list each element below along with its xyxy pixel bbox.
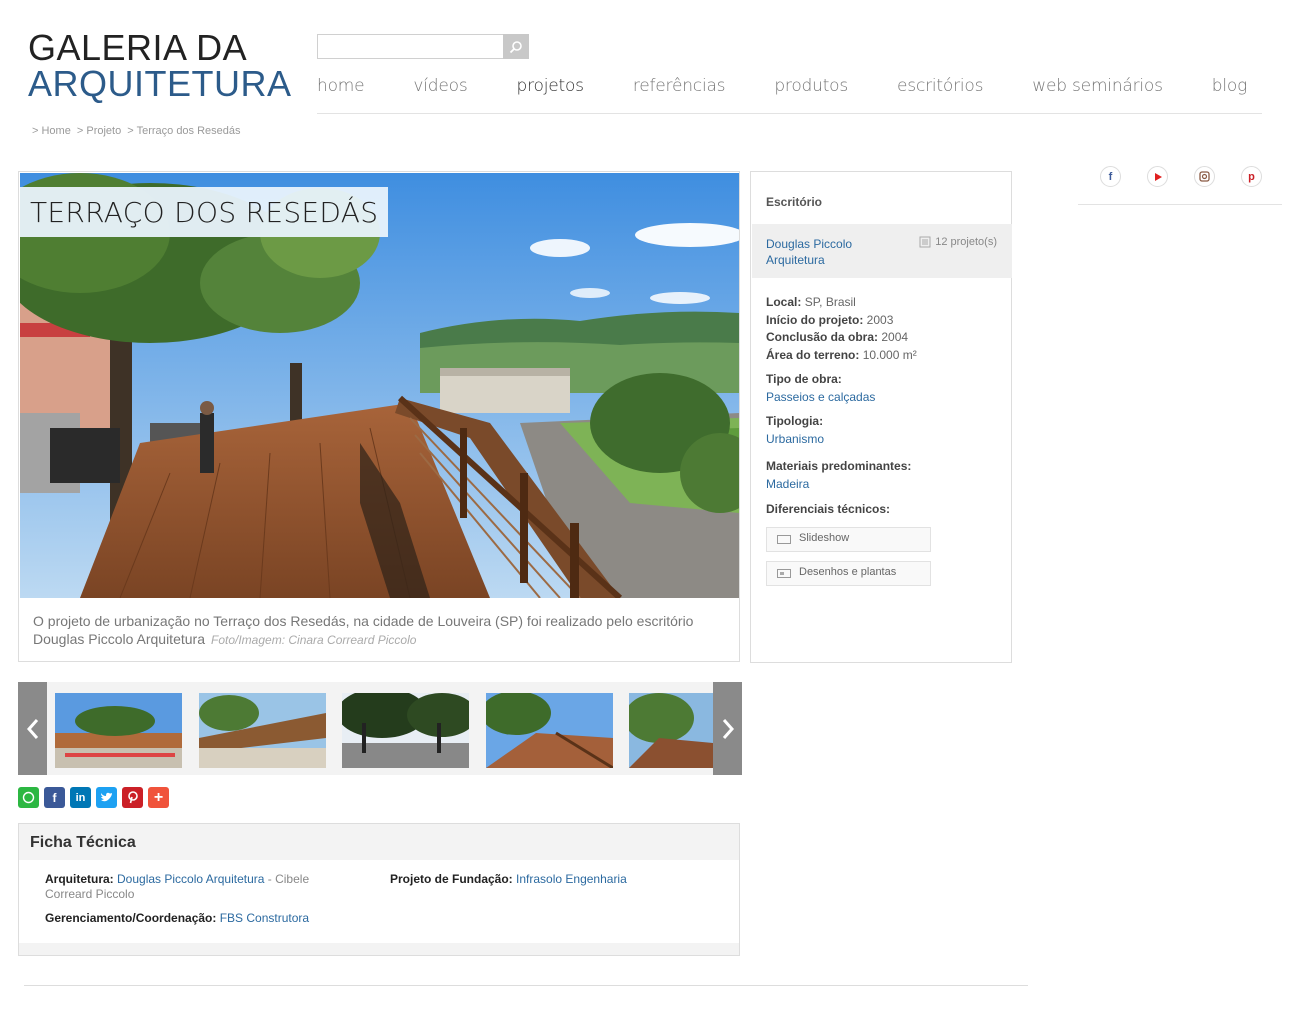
carousel-prev-button[interactable]: [18, 682, 47, 775]
technical-sheet-title: Ficha Técnica: [30, 834, 136, 851]
nav-blog[interactable]: blog: [1212, 76, 1248, 100]
image-caption: O projeto de urbanização no Terraço dos …: [33, 612, 723, 649]
tipo-link[interactable]: Passeios e calçadas: [766, 389, 1001, 407]
breadcrumb-current: > Terraço dos Resedás: [127, 125, 241, 137]
plus-icon[interactable]: +: [148, 787, 169, 808]
pinterest-icon[interactable]: p: [1241, 166, 1262, 187]
main-nav: home vídeos projetos referências produto…: [317, 76, 1296, 100]
slideshow-button[interactable]: Slideshow: [766, 526, 931, 552]
nav-videos[interactable]: vídeos: [413, 76, 467, 100]
youtube-icon[interactable]: [1147, 166, 1168, 187]
detail-area: Área do terreno: 10.000 m²: [766, 347, 917, 362]
document-icon: [919, 236, 931, 248]
whatsapp-icon[interactable]: [18, 787, 39, 808]
search-input[interactable]: [317, 34, 503, 59]
breadcrumb-home[interactable]: > Home: [32, 125, 71, 137]
project-details: Local: SP, Brasil Início do projeto: 200…: [766, 294, 1001, 586]
facebook-icon[interactable]: f: [1100, 166, 1121, 187]
office-row: Douglas Piccolo Arquitetura 12 projeto(s…: [752, 224, 1012, 278]
instagram-icon[interactable]: [1194, 166, 1215, 187]
photo-credit: Foto/Imagem: Cinara Correard Piccolo: [211, 633, 417, 647]
carousel-thumb[interactable]: [199, 693, 326, 768]
ficha-fundacao: Projeto de Fundação: Infrasolo Engenhari…: [390, 872, 627, 886]
tipologia-link[interactable]: Urbanismo: [766, 431, 1001, 449]
detail-tipologia: Tipologia: Urbanismo: [766, 413, 1001, 448]
detail-materiais: Materiais predominantes: Madeira: [766, 458, 1001, 493]
technical-sheet-footer: [19, 943, 739, 955]
gerenciamento-link[interactable]: FBS Construtora: [220, 911, 309, 925]
carousel-thumb[interactable]: [55, 693, 182, 768]
linkedin-icon[interactable]: in: [70, 787, 91, 808]
nav-produtos[interactable]: produtos: [774, 76, 848, 100]
nav-escritorios[interactable]: escritórios: [897, 76, 983, 100]
chevron-right-icon: [722, 718, 734, 739]
drawings-button[interactable]: Desenhos e plantas: [766, 560, 931, 586]
logo-line-2: ARQUITETURA: [28, 63, 292, 104]
nav-home[interactable]: home: [317, 76, 365, 100]
detail-conclusao: Conclusão da obra: 2004: [766, 330, 909, 344]
facebook-icon[interactable]: f: [44, 787, 65, 808]
office-label: Escritório: [766, 195, 823, 209]
image-carousel: [18, 682, 742, 775]
technical-sheet: Ficha Técnica Arquitetura: Douglas Picco…: [18, 823, 740, 956]
project-info-panel: Escritório Douglas Piccolo Arquitetura 1…: [750, 171, 1012, 663]
pinterest-icon[interactable]: [122, 787, 143, 808]
office-link[interactable]: Douglas Piccolo Arquitetura: [766, 236, 886, 268]
site-logo[interactable]: GALERIA DA ARQUITETURA: [28, 27, 292, 104]
page-bottom-divider: [24, 985, 1028, 986]
carousel-thumb[interactable]: [342, 693, 469, 768]
detail-tipo: Tipo de obra: Passeios e calçadas: [766, 371, 1001, 406]
carousel-thumb[interactable]: [486, 693, 613, 768]
detail-local: Local: SP, Brasil: [766, 295, 856, 309]
search-icon: [509, 40, 522, 53]
materiais-link[interactable]: Madeira: [766, 476, 1001, 494]
office-project-count[interactable]: 12 projeto(s): [919, 236, 997, 248]
carousel-thumb[interactable]: [629, 693, 713, 768]
breadcrumb-projeto[interactable]: > Projeto: [77, 125, 121, 137]
nav-projetos[interactable]: projetos: [517, 76, 585, 100]
carousel-next-button[interactable]: [713, 682, 742, 775]
drawings-icon: [777, 568, 791, 578]
slideshow-icon: [777, 534, 791, 544]
nav-referencias[interactable]: referências: [633, 76, 726, 100]
project-hero: TERRAÇO DOS RESEDÁS O projeto de urbaniz…: [18, 171, 740, 662]
social-links: f p: [1100, 166, 1288, 187]
office-count-text: 12 projeto(s): [935, 236, 997, 248]
ficha-gerenciamento: Gerenciamento/Coordenação: FBS Construto…: [45, 911, 310, 925]
social-divider: [1078, 204, 1282, 205]
ficha-arquitetura: Arquitetura: Douglas Piccolo Arquitetura…: [45, 872, 310, 901]
twitter-icon[interactable]: [96, 787, 117, 808]
chevron-left-icon: [26, 718, 38, 739]
share-buttons: f in +: [18, 787, 174, 808]
nav-divider: [317, 113, 1262, 114]
search-bar: [317, 34, 529, 59]
project-title: TERRAÇO DOS RESEDÁS: [20, 187, 389, 237]
breadcrumb: > Home > Projeto > Terraço dos Resedás: [32, 125, 244, 137]
detail-inicio: Início do projeto: 2003: [766, 312, 894, 327]
fundacao-link[interactable]: Infrasolo Engenharia: [516, 872, 627, 886]
detail-diferenciais: Diferenciais técnicos:: [766, 502, 891, 516]
logo-line-1: GALERIA DA: [28, 27, 248, 68]
technical-sheet-header: Ficha Técnica: [19, 824, 739, 860]
nav-web-seminarios[interactable]: web seminários: [1032, 76, 1163, 100]
arquitetura-link[interactable]: Douglas Piccolo Arquitetura: [117, 872, 264, 886]
search-button[interactable]: [503, 34, 529, 59]
